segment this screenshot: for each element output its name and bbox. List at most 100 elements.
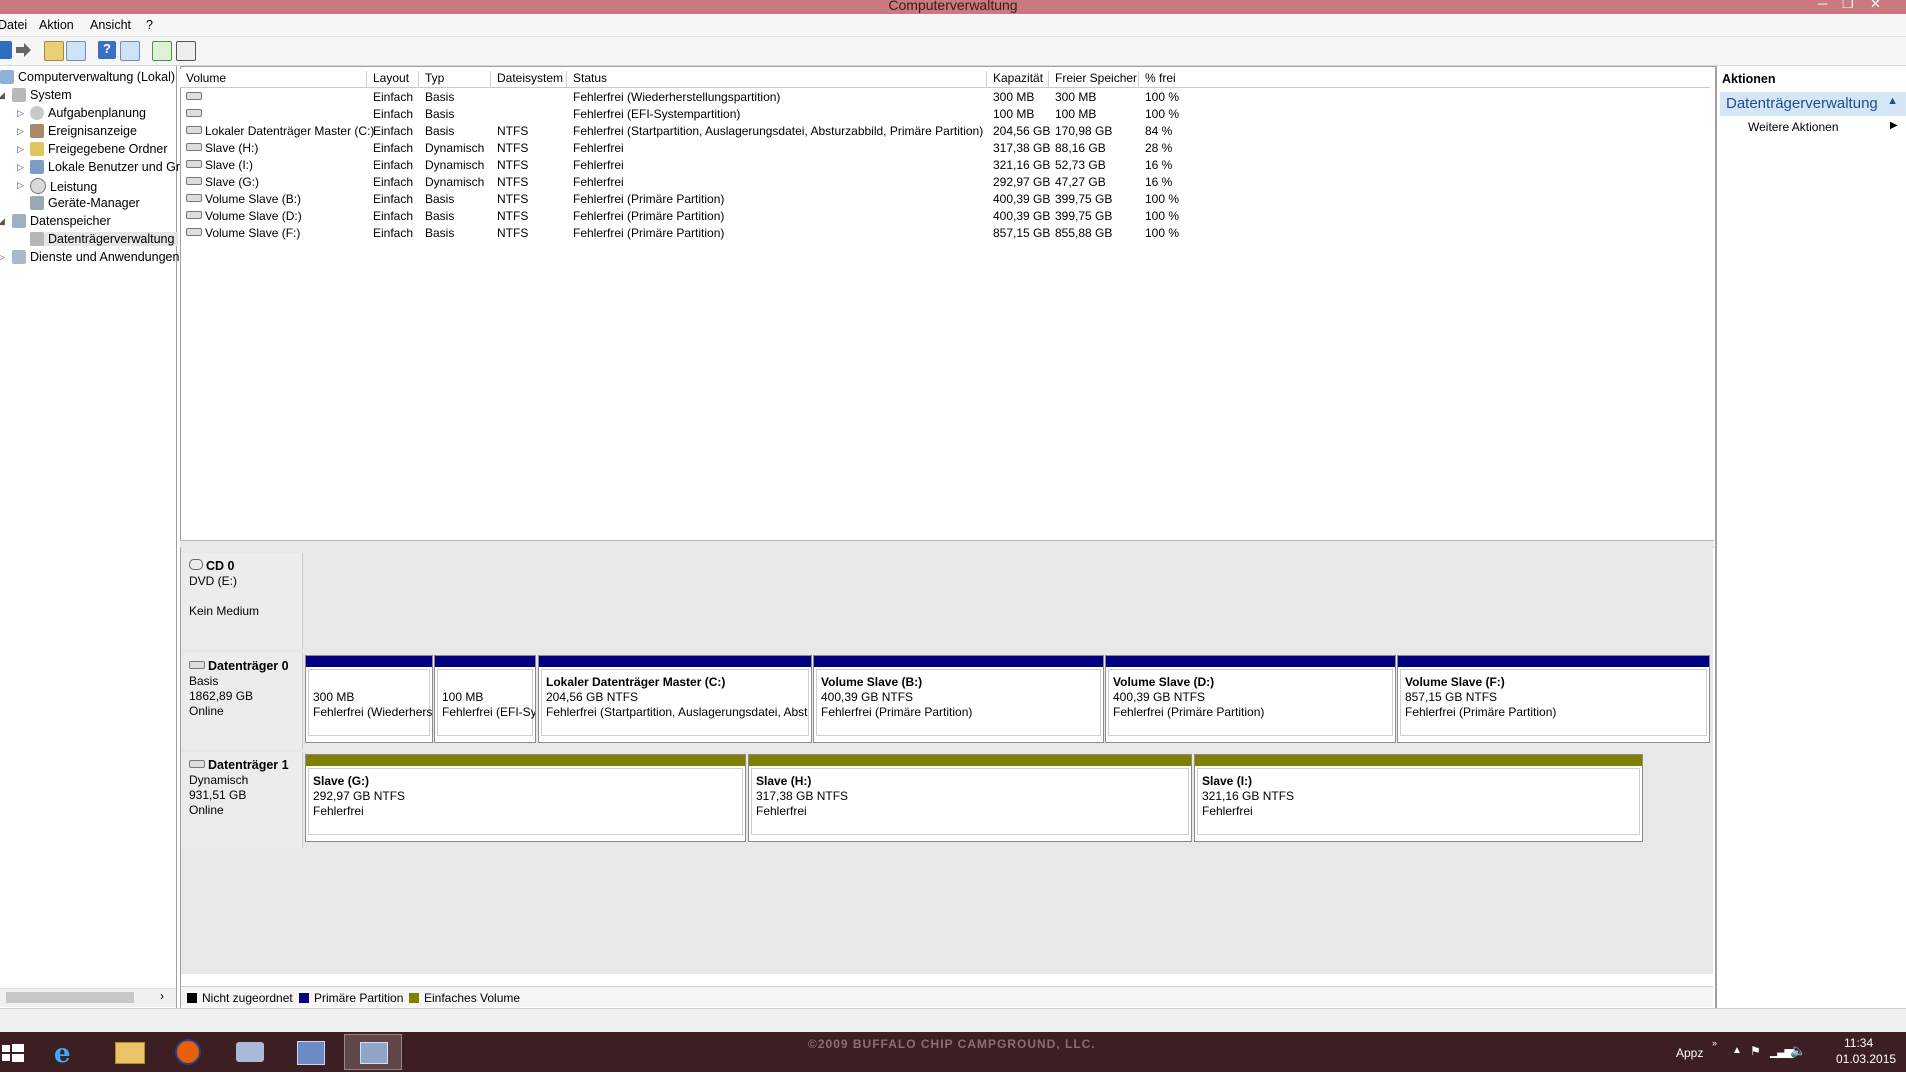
partition-block[interactable]: Slave (I:) 321,16 GB NTFS Fehlerfrei: [1194, 754, 1643, 842]
tree-item-datenspeicher[interactable]: Datenspeicher: [12, 214, 111, 228]
maximize-button[interactable]: ❐: [1842, 0, 1854, 12]
col-dateisystem[interactable]: Dateisystem: [491, 71, 567, 87]
expand-arrow-icon[interactable]: ▷: [0, 252, 5, 263]
tray-label[interactable]: Appz: [1676, 1046, 1703, 1060]
scrollbar-thumb[interactable]: [6, 992, 134, 1003]
disk-label-cd0[interactable]: CD 0 DVD (E:) Kein Medium: [181, 553, 303, 649]
partition-size: 400,39 GB NTFS: [821, 690, 914, 704]
table-cell: Dynamisch: [425, 158, 485, 172]
volume-drive-icon: [186, 126, 202, 134]
expand-arrow-icon[interactable]: ▷: [17, 108, 24, 119]
table-cell: 84 %: [1145, 124, 1173, 138]
table-row[interactable]: Einfach Basis Fehlerfrei (EFI-Systempartit…: [180, 106, 1710, 123]
tree-horizontal-scrollbar[interactable]: ›: [0, 988, 176, 1007]
table-row[interactable]: Einfach Basis Fehlerfrei (Wiederherstellun…: [180, 89, 1710, 106]
tree-item-geraete-manager[interactable]: Geräte-Manager: [30, 196, 140, 210]
disk-management-icon: [30, 232, 44, 246]
col-prozent-frei[interactable]: % frei: [1139, 71, 1710, 87]
internet-explorer-icon[interactable]: e: [40, 1034, 98, 1070]
table-cell: Einfach: [373, 141, 414, 155]
forward-icon[interactable]: [14, 41, 32, 59]
table-row[interactable]: Volume Slave (D:) Einfach Basis NTFS Fehlerf…: [180, 208, 1710, 225]
network-icon[interactable]: ▁▃▅: [1770, 1044, 1794, 1058]
tree-item-system[interactable]: System: [12, 88, 72, 102]
weitere-aktionen-link[interactable]: Weitere Aktionen: [1748, 120, 1839, 134]
table-row[interactable]: Volume Slave (F:) Einfach Basis NTFS Fehlerf…: [180, 225, 1710, 242]
table-cell: Dynamisch: [425, 175, 485, 189]
partition-block[interactable]: Volume Slave (F:) 857,15 GB NTFS Fehlerfre…: [1397, 655, 1710, 743]
table-cell: 100 %: [1145, 90, 1180, 104]
partition-block[interactable]: 300 MB Fehlerfrei (Wiederhers: [305, 655, 433, 743]
disk0-name: Datenträger 0: [208, 659, 289, 673]
table-cell: Einfach: [373, 90, 414, 104]
refresh-icon[interactable]: [152, 41, 172, 61]
show-hide-tree-icon[interactable]: [66, 41, 86, 61]
export-list-icon[interactable]: [176, 41, 196, 61]
partition-size: 317,38 GB NTFS: [756, 789, 849, 803]
scroll-right-icon[interactable]: ›: [160, 989, 164, 1003]
expand-arrow-icon[interactable]: ▷: [17, 144, 24, 155]
collapse-up-icon[interactable]: ▲: [1887, 95, 1898, 107]
show-hidden-icons[interactable]: ▲: [1732, 1045, 1742, 1056]
back-icon[interactable]: [0, 41, 12, 59]
tree-item-freigegebene-ordner[interactable]: Freigegebene Ordner: [30, 142, 168, 156]
clock-time[interactable]: 11:34: [1844, 1036, 1873, 1050]
tree-item-ereignisanzeige[interactable]: Ereignisanzeige: [30, 124, 137, 138]
tree-item-dienste[interactable]: Dienste und Anwendungen: [12, 250, 179, 264]
table-row[interactable]: Slave (G:) Einfach Dynamisch NTFS Fehlerfrei…: [180, 174, 1710, 191]
partition-type-bar: [1398, 656, 1709, 667]
firefox-icon[interactable]: [160, 1034, 218, 1070]
submenu-arrow-icon[interactable]: ▶: [1890, 120, 1898, 131]
app-icon[interactable]: [222, 1034, 280, 1070]
help-icon[interactable]: ?: [98, 41, 116, 59]
partition-block[interactable]: Lokaler Datenträger Master (C:) 204,56 GB…: [538, 655, 812, 743]
col-layout[interactable]: Layout: [367, 71, 419, 87]
minimize-button[interactable]: ─: [1818, 0, 1827, 11]
windows-start-icon[interactable]: [0, 1034, 30, 1070]
table-row[interactable]: Slave (I:) Einfach Dynamisch NTFS Fehlerfrei…: [180, 157, 1710, 174]
partition-block[interactable]: Volume Slave (D:) 400,39 GB NTFS Fehlerfre…: [1105, 655, 1396, 743]
disk-label-disk1[interactable]: Datenträger 1 Dynamisch 931,51 GB Online: [181, 752, 303, 848]
table-row[interactable]: Lokaler Datenträger Master (C:) Einfach Ba…: [180, 123, 1710, 140]
col-typ[interactable]: Typ: [419, 71, 491, 87]
action-center-flag-icon[interactable]: ⚑: [1750, 1044, 1761, 1058]
col-kapazitaet[interactable]: Kapazität: [987, 71, 1049, 87]
col-volume[interactable]: Volume: [180, 71, 367, 87]
tree-item-lokale-benutzer[interactable]: Lokale Benutzer und Gr: [30, 160, 180, 174]
col-freier-speicher[interactable]: Freier Speicher: [1049, 71, 1139, 87]
menu-aktion[interactable]: Aktion: [39, 18, 74, 32]
tree-item-computerverwaltung[interactable]: Computerverwaltung (Lokal): [0, 70, 175, 84]
up-folder-icon[interactable]: [44, 41, 64, 61]
partition-block[interactable]: 100 MB Fehlerfrei (EFI-Sy: [434, 655, 536, 743]
tree-item-leistung[interactable]: Leistung: [30, 178, 97, 194]
control-panel-icon[interactable]: [282, 1034, 340, 1070]
collapse-arrow-icon[interactable]: ◢: [0, 90, 5, 101]
volume-icon[interactable]: 🔈: [1790, 1043, 1806, 1059]
tray-expand-icon[interactable]: »: [1712, 1038, 1717, 1048]
tree-item-aufgabenplanung[interactable]: Aufgabenplanung: [30, 106, 146, 120]
table-row[interactable]: Volume Slave (B:) Einfach Basis NTFS Fehlerf…: [180, 191, 1710, 208]
menu-datei[interactable]: Datei: [0, 18, 27, 32]
partition-block[interactable]: Slave (G:) 292,97 GB NTFS Fehlerfrei: [305, 754, 746, 842]
partition-block[interactable]: Volume Slave (B:) 400,39 GB NTFS Fehlerfre…: [813, 655, 1104, 743]
expand-arrow-icon[interactable]: ▷: [17, 126, 24, 137]
collapse-arrow-icon[interactable]: ◢: [0, 216, 5, 227]
computer-management-icon[interactable]: [344, 1034, 402, 1070]
table-cell: [186, 90, 205, 104]
table-cell: Basis: [425, 90, 455, 104]
menu-help[interactable]: ?: [146, 18, 153, 32]
file-explorer-icon[interactable]: [100, 1034, 158, 1070]
clock-date[interactable]: 01.03.2015: [1836, 1052, 1896, 1066]
properties-icon[interactable]: [120, 41, 140, 61]
menu-ansicht[interactable]: Ansicht: [90, 18, 131, 32]
table-row[interactable]: Slave (H:) Einfach Dynamisch NTFS Fehlerfrei…: [180, 140, 1710, 157]
expand-arrow-icon[interactable]: ▷: [17, 180, 24, 191]
partition-block[interactable]: Slave (H:) 317,38 GB NTFS Fehlerfrei: [748, 754, 1192, 842]
table-cell: [186, 107, 205, 121]
actions-section-header[interactable]: Datenträgerverwaltung ▲: [1720, 92, 1906, 116]
close-button[interactable]: ✕: [1870, 0, 1881, 12]
disk-label-disk0[interactable]: Datenträger 0 Basis 1862,89 GB Online: [181, 653, 303, 749]
col-status[interactable]: Status: [567, 71, 987, 87]
tree-item-datentraegerverwaltung[interactable]: Datenträgerverwaltung: [30, 232, 179, 246]
expand-arrow-icon[interactable]: ▷: [17, 162, 24, 173]
